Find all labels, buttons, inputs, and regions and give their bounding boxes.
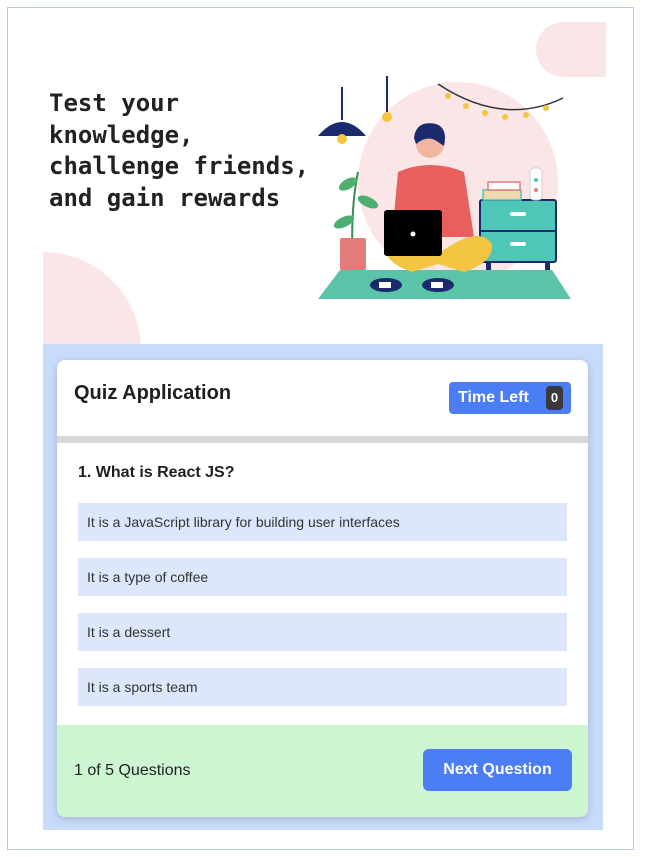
decorative-blob-top <box>536 22 606 77</box>
quiz-footer: 1 of 5 Questions Next Question <box>57 725 588 817</box>
question-text: 1. What is React JS? <box>78 464 235 481</box>
answer-option-1[interactable]: It is a JavaScript library for building … <box>78 503 567 541</box>
answer-option-3[interactable]: It is a dessert <box>78 613 567 651</box>
quiz-title: Quiz Application <box>74 382 232 404</box>
next-question-button[interactable]: Next Question <box>423 749 572 791</box>
hero-tagline: Test your knowledge, challenge friends, … <box>49 89 310 212</box>
answer-option-4[interactable]: It is a sports team <box>78 668 567 706</box>
answer-option-2[interactable]: It is a type of coffee <box>78 558 567 596</box>
hero-illustration <box>318 76 571 299</box>
timer-count: 0 <box>546 386 563 410</box>
answer-options: It is a JavaScript library for building … <box>78 503 567 723</box>
quiz-header: Quiz Application Time Left 0 <box>57 360 588 436</box>
timer-badge: Time Left 0 <box>449 382 571 414</box>
timer-label: Time Left <box>458 389 529 406</box>
question-progress: 1 of 5 Questions <box>74 762 191 779</box>
quiz-card: Quiz Application Time Left 0 1. What is … <box>57 360 588 817</box>
header-divider <box>57 436 588 443</box>
